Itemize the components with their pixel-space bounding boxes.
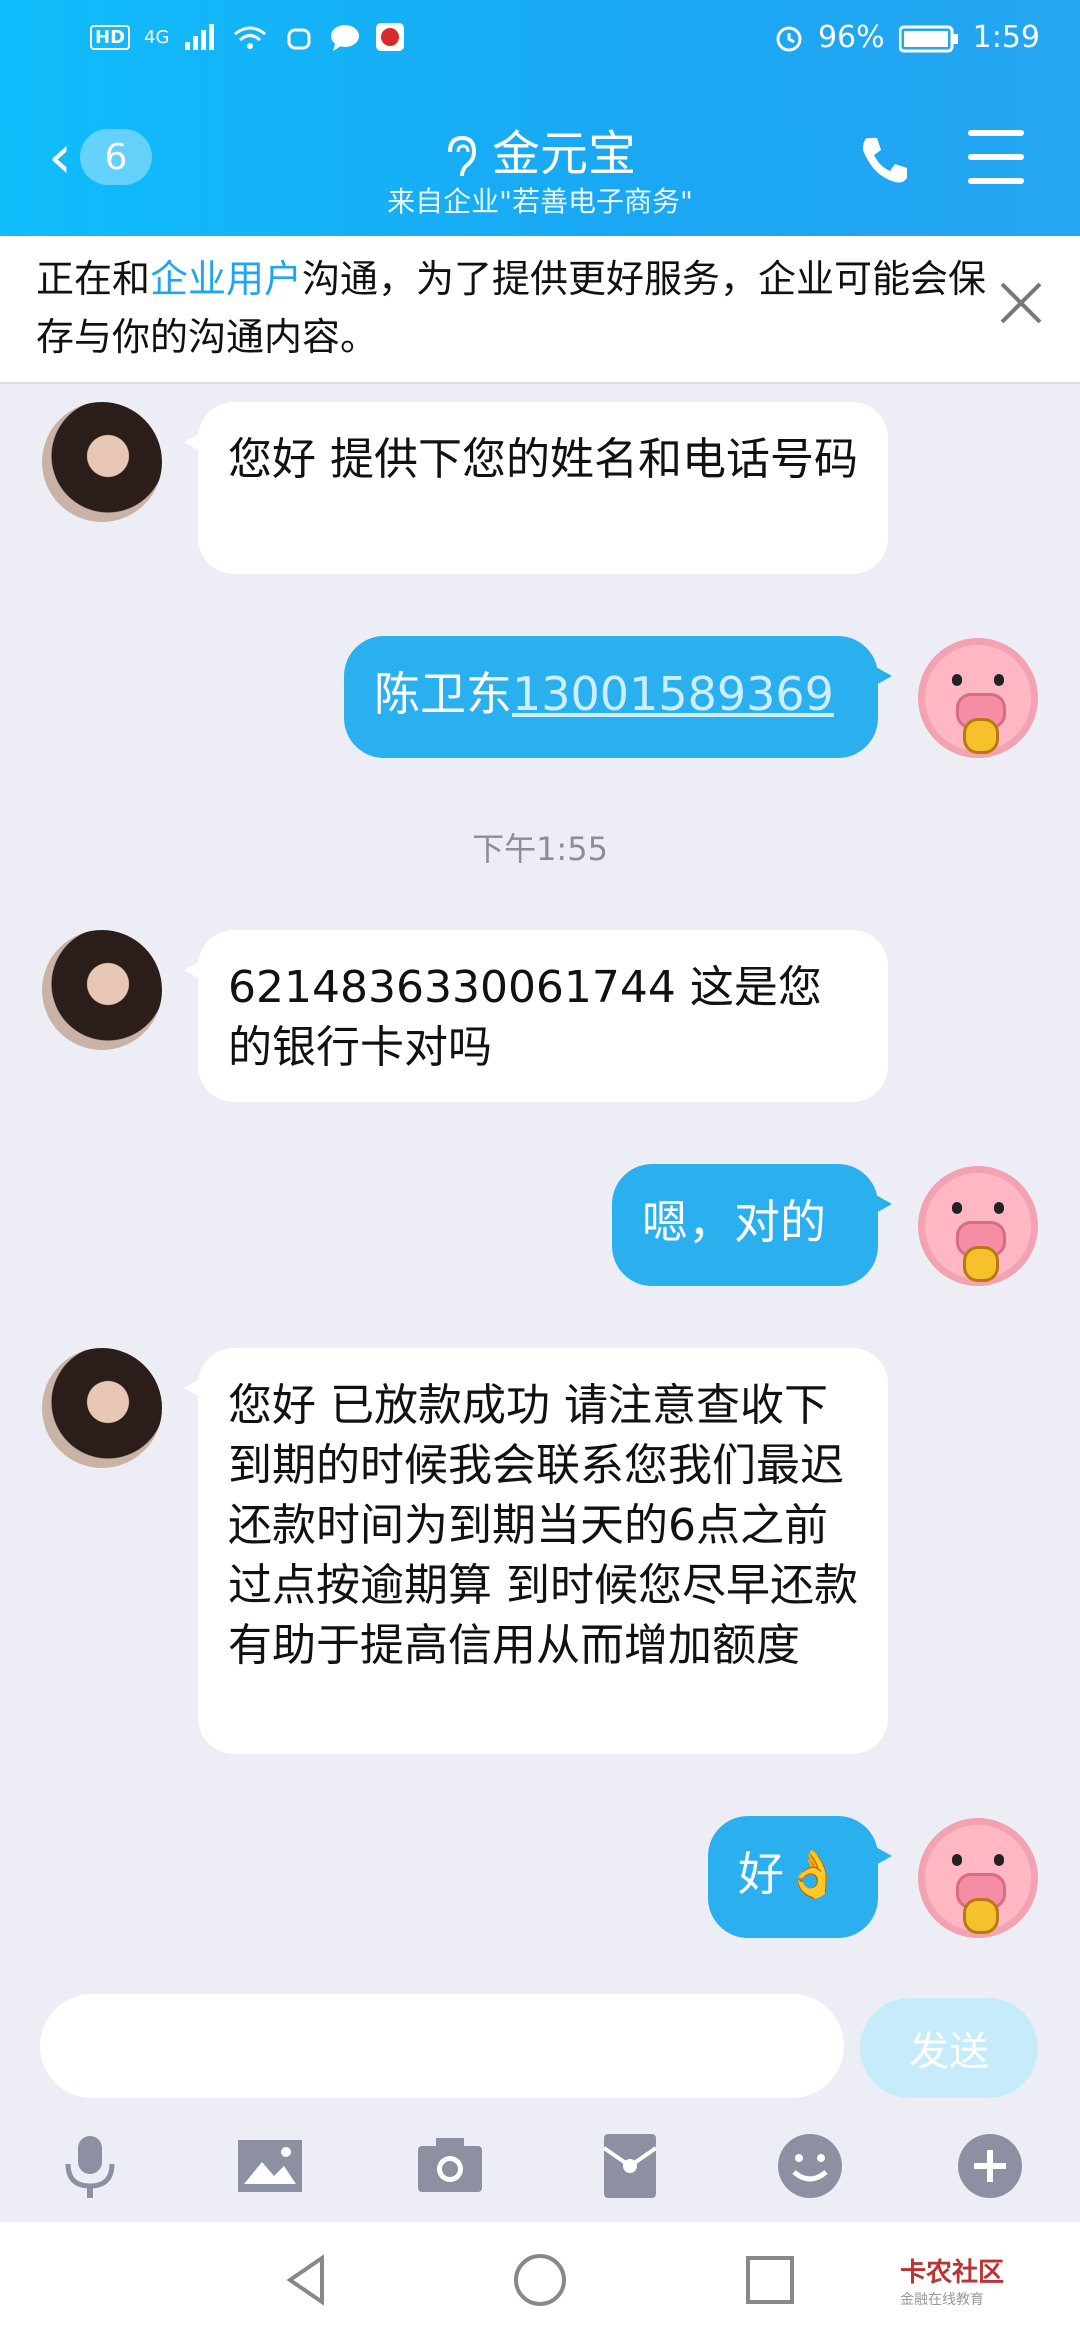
back-triangle-icon[interactable] <box>278 2250 338 2310</box>
plus-icon[interactable] <box>954 2130 1026 2202</box>
phone-number-link[interactable]: 13001589369 <box>512 667 834 721</box>
battery-icon <box>898 25 958 52</box>
message-text: 您好 提供下您的姓名和电话号码 <box>228 434 858 485</box>
system-nav-bar: 卡农社区金融在线教育 <box>0 2222 1080 2340</box>
message-bubble-incoming[interactable]: 您好 提供下您的姓名和电话号码 <box>184 402 888 574</box>
message-name: 陈卫东 <box>374 667 512 721</box>
privacy-notice: 正在和企业用户沟通，为了提供更好服务，企业可能会保存与你的沟通内容。 <box>0 236 1080 384</box>
user-avatar[interactable] <box>918 1818 1038 1938</box>
watermark-title: 卡农社区 <box>900 2258 1005 2288</box>
hand-icon <box>287 28 311 50</box>
alarm-icon <box>776 26 802 51</box>
recents-square-icon[interactable] <box>740 2250 800 2310</box>
hd-indicator: HD <box>90 24 131 50</box>
message-bubble-incoming[interactable]: 6214836330061744 这是您的银行卡对吗 <box>184 930 888 1102</box>
chat-title: 金元宝 <box>491 126 636 182</box>
message-bubble-outgoing[interactable]: 好👌 <box>708 1816 892 1938</box>
notice-text-before: 正在和 <box>36 257 151 301</box>
user-avatar[interactable] <box>918 1166 1038 1286</box>
message-bubble-outgoing[interactable]: 嗯，对的 <box>612 1164 892 1286</box>
signal-label: 4G <box>144 26 170 48</box>
battery-percent: 96% <box>817 20 885 55</box>
watermark-sub: 金融在线教育 <box>900 2292 984 2308</box>
microphone-icon[interactable] <box>54 2130 126 2202</box>
notice-link[interactable]: 企业用户 <box>150 257 302 301</box>
message-text: 您好 已放款成功 请注意查收下 到期的时候我会联系您我们最迟还款时间为到期当天的… <box>228 1380 858 1671</box>
chat-subtitle: 来自企业"若善电子商务" <box>387 185 693 218</box>
home-circle-icon[interactable] <box>510 2250 570 2310</box>
agent-avatar[interactable] <box>42 930 162 1050</box>
red-packet-icon[interactable] <box>594 2130 666 2202</box>
message-text: 嗯，对的 <box>642 1195 826 1249</box>
notice-text: 正在和企业用户沟通，为了提供更好服务，企业可能会保存与你的沟通内容。 <box>36 250 996 366</box>
emoji-icon[interactable] <box>774 2130 846 2202</box>
menu-icon[interactable] <box>968 130 1024 184</box>
status-bar: HD 4G 96% 1:59 <box>0 0 1080 84</box>
ear-icon <box>447 135 476 177</box>
signal-icon <box>185 24 215 50</box>
message-bubble-outgoing[interactable]: 陈卫东13001589369 <box>344 636 892 758</box>
image-icon[interactable] <box>234 2130 306 2202</box>
agent-avatar[interactable] <box>42 402 162 522</box>
message-text: 6214836330061744 这是您的银行卡对吗 <box>228 962 822 1073</box>
phone-icon[interactable] <box>855 130 915 190</box>
user-avatar[interactable] <box>918 638 1038 758</box>
agent-avatar[interactable] <box>42 1348 162 1468</box>
composer-toolbar <box>0 2120 1080 2208</box>
message-bubble-incoming[interactable]: 您好 已放款成功 请注意查收下 到期的时候我会联系您我们最迟还款时间为到期当天的… <box>184 1348 888 1754</box>
watermark: 卡农社区金融在线教育 <box>900 2252 1004 2309</box>
clock: 1:59 <box>972 20 1040 55</box>
close-icon[interactable] <box>996 278 1046 328</box>
chat-title-area[interactable]: 金元宝 <box>0 114 1080 184</box>
send-button[interactable]: 发送 <box>860 1998 1038 2098</box>
wifi-icon <box>234 26 267 49</box>
camera-icon[interactable] <box>414 2130 486 2202</box>
bank-app-icon <box>376 23 405 51</box>
top-bar: HD 4G 96% 1:59 ‹ 6 金元宝 来自企业"若善电子商务" <box>0 0 1080 236</box>
message-text: 好👌 <box>738 1847 842 1901</box>
message-timestamp: 下午1:55 <box>472 830 608 868</box>
chat-icon <box>331 25 360 51</box>
nav-bar: ‹ 6 金元宝 来自企业"若善电子商务" <box>0 84 1080 236</box>
message-input[interactable] <box>40 1994 844 2098</box>
